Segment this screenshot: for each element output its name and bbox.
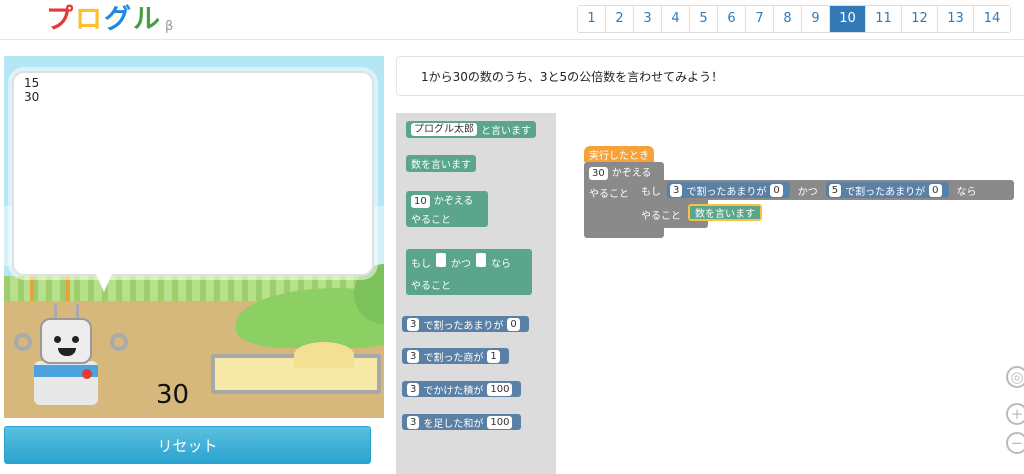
if-label: もし — [641, 186, 661, 198]
quotient-b-slot[interactable]: 1 — [487, 349, 500, 363]
robot-eye — [72, 336, 79, 343]
remainder-block[interactable]: 3 で割ったあまりが 0 — [402, 316, 529, 332]
if-row: もし かつ なら — [411, 252, 511, 270]
logo-char: ロ — [75, 4, 102, 35]
page-14[interactable]: 14 — [974, 6, 1010, 32]
zoom-in-icon[interactable]: + — [1006, 403, 1024, 425]
condition-1-block[interactable]: 3 で割ったあまりが 0 — [667, 182, 790, 198]
product-b-slot[interactable]: 100 — [487, 382, 513, 396]
page-10[interactable]: 10 — [830, 6, 866, 32]
say-name-block[interactable]: プログル太郎 と言います — [406, 121, 536, 138]
quotient-text: で割った商が — [423, 352, 484, 364]
count-slot[interactable]: 10 — [411, 195, 430, 209]
say-number-program-block[interactable]: 数を言います — [688, 204, 762, 221]
mission-panel: 1から30の数のうち、3と5の公倍数を言わせてみよう！ — [396, 56, 1024, 96]
zoom-out-icon[interactable]: − — [1006, 432, 1024, 454]
do-label: やること — [411, 214, 451, 226]
product-a-slot[interactable]: 3 — [407, 382, 420, 396]
quotient-block[interactable]: 3 で割った商が 1 — [402, 348, 509, 364]
robot-head — [40, 318, 92, 364]
condition-2-block[interactable]: 5 で割ったあまりが 0 — [825, 182, 949, 198]
robot-arm — [14, 333, 32, 351]
on-run-block[interactable]: 実行したとき — [584, 146, 654, 162]
if-block[interactable]: もし 3 で割ったあまりが 0 かつ 5 で割ったあまりが 0 なら — [636, 180, 1014, 200]
then-label: なら — [956, 186, 977, 198]
logo-char: ル — [133, 4, 160, 35]
if-do-label: やること — [641, 210, 681, 222]
robot-arm — [110, 333, 128, 351]
and-label: かつ — [451, 258, 471, 270]
page-13[interactable]: 13 — [938, 6, 974, 32]
target-icon[interactable]: ◎ — [1006, 366, 1024, 388]
page-8[interactable]: 8 — [774, 6, 802, 32]
count-loop-do: やること — [589, 189, 629, 200]
page-7[interactable]: 7 — [746, 6, 774, 32]
mission-text: 1から30の数のうち、3と5の公倍数を言わせてみよう！ — [421, 70, 724, 84]
sand-pile — [294, 342, 354, 368]
stage-canvas: 15 30 30 — [4, 56, 384, 418]
sum-text: を足した和が — [423, 418, 484, 430]
on-run-label: 実行したとき — [589, 150, 649, 162]
condition-slot[interactable] — [436, 252, 446, 267]
block-toolbox: プログル太郎 と言います 数を言います 10 かぞえる やること もし かつ なら や… — [396, 113, 556, 474]
cond2-b-slot[interactable]: 0 — [929, 183, 942, 197]
name-slot[interactable]: プログル太郎 — [411, 123, 477, 136]
condition-slot[interactable] — [476, 252, 486, 267]
cond1-b-slot[interactable]: 0 — [770, 183, 783, 197]
speech-tail — [96, 274, 112, 292]
sum-a-slot[interactable]: 3 — [407, 415, 420, 429]
logo-beta: β — [165, 18, 174, 34]
sum-b-slot[interactable]: 100 — [487, 415, 513, 429]
say-number-label: 数を言います — [411, 160, 471, 171]
page-1[interactable]: 1 — [578, 6, 606, 32]
cond1-a-slot[interactable]: 3 — [670, 183, 683, 197]
robot-button — [82, 369, 92, 379]
page-9[interactable]: 9 — [802, 6, 830, 32]
logo-char: プ — [46, 4, 73, 35]
quotient-a-slot[interactable]: 3 — [407, 349, 420, 363]
page-12[interactable]: 12 — [902, 6, 938, 32]
proguru-logo[interactable]: プ ロ グ ル β — [46, 4, 173, 36]
page-3[interactable]: 3 — [634, 6, 662, 32]
count-suffix: かぞえる — [433, 196, 474, 208]
speech-line: 15 — [24, 76, 40, 90]
speech-lines: 15 30 — [24, 76, 39, 104]
cond1-text: で割ったあまりが — [686, 186, 767, 198]
if-and-block[interactable]: もし かつ なら やること — [406, 249, 532, 295]
product-text: でかけた積が — [423, 385, 484, 397]
do-label: やること — [411, 280, 451, 292]
and-label: かつ — [797, 186, 818, 198]
say-name-suffix: と言います — [481, 126, 531, 137]
page-4[interactable]: 4 — [662, 6, 690, 32]
speech-bubble: 15 30 — [12, 71, 374, 276]
count-row: 10 かぞえる — [411, 192, 474, 209]
then-label: なら — [491, 258, 511, 270]
reset-button[interactable]: リセット — [4, 426, 371, 464]
if-label: もし — [411, 258, 431, 270]
robot-eye — [54, 336, 61, 343]
remainder-b-slot[interactable]: 0 — [507, 317, 520, 331]
cond2-a-slot[interactable]: 5 — [828, 183, 842, 197]
page-5[interactable]: 5 — [690, 6, 718, 32]
remainder-a-slot[interactable]: 3 — [407, 317, 420, 331]
say-number-program-label: 数を言います — [695, 209, 755, 220]
top-bar: プ ロ グ ル β 1 2 3 4 5 6 7 8 9 10 11 12 13 … — [0, 0, 1024, 40]
sum-block[interactable]: 3 を足した和が 100 — [402, 414, 522, 430]
robot-mouth — [58, 348, 76, 356]
say-number-block[interactable]: 数を言います — [406, 155, 476, 172]
counter-value: 30 — [156, 380, 190, 410]
page-6[interactable]: 6 — [718, 6, 746, 32]
speech-line: 30 — [24, 90, 40, 104]
logo-char: グ — [104, 4, 131, 35]
page-11[interactable]: 11 — [866, 6, 902, 32]
page-2[interactable]: 2 — [606, 6, 634, 32]
count-loop-suffix: かぞえる — [611, 168, 652, 179]
stage-pagination: 1 2 3 4 5 6 7 8 9 10 11 12 13 14 — [577, 5, 1011, 33]
remainder-text: で割ったあまりが — [423, 320, 504, 332]
count-loop-row: 30 かぞえる — [589, 164, 651, 180]
cond2-text: で割ったあまりが — [845, 186, 926, 198]
count-loop-slot[interactable]: 30 — [589, 167, 608, 180]
product-block[interactable]: 3 でかけた積が 100 — [402, 381, 522, 397]
count-block[interactable]: 10 かぞえる やること — [406, 191, 488, 227]
